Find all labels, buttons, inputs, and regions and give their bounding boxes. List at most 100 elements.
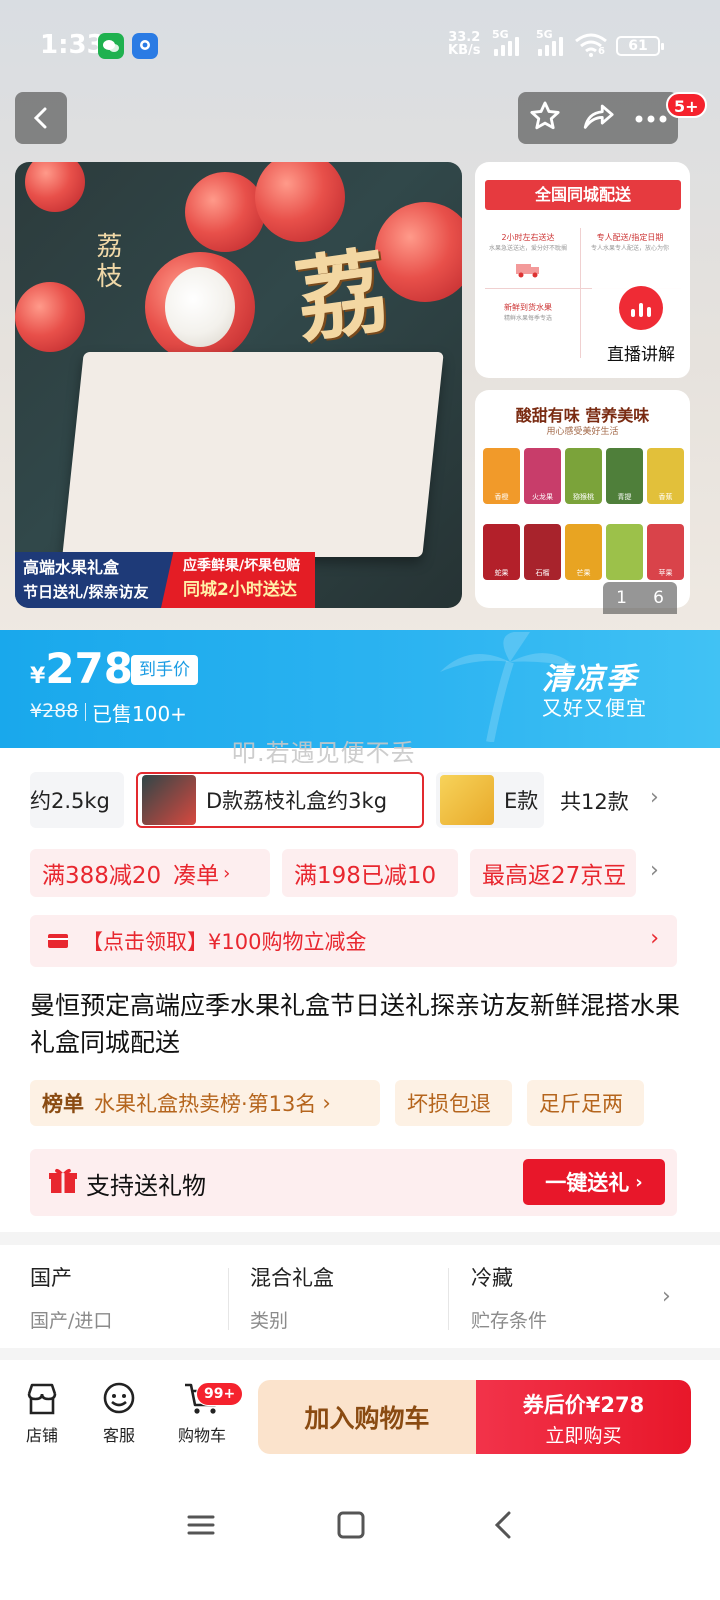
price-banner: ¥278 到手价 ¥288 已售100+ 清凉季 又好又便宜 (0, 630, 720, 748)
season-subtitle: 又好又便宜 (542, 696, 647, 720)
promo-full-reduction[interactable]: 满388减20 凑单 › (30, 849, 270, 897)
live-icon (619, 286, 663, 330)
store-icon (27, 1383, 57, 1415)
fruit-tile (606, 524, 643, 580)
chevron-right-icon[interactable]: › (662, 1284, 671, 1309)
chevron-right-icon[interactable]: › (650, 858, 659, 883)
sku-count[interactable]: 共12款 (560, 786, 629, 816)
customer-service-label: 客服 (102, 1426, 135, 1445)
add-to-cart-button[interactable]: 加入购物车 (258, 1380, 476, 1454)
final-price-tag: 到手价 (131, 655, 198, 685)
sku-option[interactable]: 约2.5kg (30, 772, 124, 828)
share-button[interactable] (581, 99, 615, 137)
sku-thumbnail (440, 775, 494, 825)
card-icon (48, 934, 68, 948)
price-value: 278 (45, 644, 133, 693)
image-counter-total: 6 (653, 588, 664, 608)
live-explain-button[interactable]: 直播讲解 (592, 272, 690, 378)
fruit-tile: 火龙果 (524, 448, 561, 504)
signal-icon-sim2: 5G (536, 28, 563, 56)
message-badge[interactable]: 5+ (666, 92, 707, 118)
store-label: 店铺 (25, 1426, 58, 1445)
main-product-image[interactable]: 荔枝 荔 高端水果礼盒 节日送礼/探亲访友 应季鲜果/坏果包赔 同城2小时送达 (15, 162, 462, 608)
fruit-tile: 蛇果 (483, 524, 520, 580)
cart-count-badge: 99+ (196, 1382, 244, 1406)
back-triangle-icon (494, 1511, 511, 1539)
chevron-right-icon: › (322, 1091, 331, 1115)
back-nav-button[interactable] (488, 1510, 518, 1544)
spec-origin-value: 国产 (30, 1266, 72, 1290)
store-button[interactable]: 店铺 (7, 1380, 77, 1446)
app-notification-icon (132, 33, 158, 59)
fruit-tile: 苹果 (647, 524, 684, 580)
sku-option-selected[interactable]: D款荔枝礼盒约3kg (136, 772, 424, 828)
buy-now-button[interactable]: 券后价¥278 立即购买 (476, 1380, 691, 1454)
smiley-chat-icon (103, 1382, 135, 1414)
favorite-button[interactable] (528, 99, 562, 137)
home-square-icon (337, 1511, 365, 1539)
menu-nav-button[interactable] (186, 1510, 216, 1544)
promo-1-link: 凑单 (173, 863, 220, 889)
sku-option[interactable]: E款 (436, 772, 544, 828)
fruit-tile: 香橙 (483, 448, 520, 504)
promo-reduced[interactable]: 满198已减10 (282, 849, 458, 897)
promo-jingdou[interactable]: 最高返27京豆 (470, 849, 636, 897)
network-speed-unit: KB/s (448, 43, 481, 58)
back-button[interactable] (15, 92, 67, 144)
promo-ribbon: 高端水果礼盒 节日送礼/探亲访友 应季鲜果/坏果包赔 同城2小时送达 (15, 552, 315, 608)
ranking-label: 榜单 (42, 1092, 84, 1116)
add-to-cart-label: 加入购物车 (304, 1404, 430, 1433)
customer-service-button[interactable]: 客服 (84, 1380, 154, 1446)
signal-icon-sim1: 5G (492, 28, 519, 56)
fruit-tile: 石榴 (524, 524, 561, 580)
live-explain-label: 直播讲解 (607, 345, 675, 365)
chevron-right-icon[interactable]: › (650, 785, 659, 810)
ranking-text: 水果礼盒热卖榜·第13名 (94, 1092, 317, 1116)
wechat-icon (98, 33, 124, 59)
ribbon-right: 应季鲜果/坏果包赔 同城2小时送达 (161, 552, 315, 608)
product-title: 曼恒预定高端应季水果礼盒节日送礼探亲访友新鲜混搭水果礼盒同城配送 (30, 991, 681, 1057)
gift-button-label: 一键送礼 (545, 1171, 630, 1195)
spec-origin-key: 国产/进口 (30, 1310, 113, 1332)
sold-count: 已售100+ (85, 698, 187, 727)
share-icon (583, 104, 614, 129)
home-nav-button[interactable] (336, 1510, 366, 1544)
chevron-right-icon: › (635, 1171, 643, 1193)
delivery-cell-2-title: 专人配送/指定日期 (596, 233, 664, 242)
full-weight-tag: 足斤足两 (527, 1080, 644, 1126)
lychee-tray-image (62, 352, 444, 557)
delivery-cell-3-sub: 精鲜水果每季专选 (503, 315, 552, 322)
menu-icon (187, 1515, 215, 1535)
ranking-tag[interactable]: 榜单 水果礼盒热卖榜·第13名 › (30, 1080, 380, 1126)
battery-indicator: 61 (616, 36, 664, 56)
thumbnail-fruits-title: 酸甜有味 营养美味 (515, 406, 650, 425)
coupon-banner[interactable]: 【点击领取】¥100购物立减金 › (30, 915, 677, 967)
promo-3-text: 最高返27京豆 (482, 863, 627, 889)
one-click-gift-button[interactable]: 一键送礼 › (523, 1159, 665, 1205)
delivery-cell-1-sub: 水果急送送达，爱分好不耽搁 (488, 245, 567, 252)
thumbnail-delivery-heading: 全国同城配送 (485, 180, 681, 210)
spec-divider (448, 1268, 449, 1330)
spec-storage-value: 冷藏 (471, 1266, 513, 1290)
spec-category-key: 类别 (250, 1310, 289, 1332)
price-currency: ¥ (30, 664, 46, 689)
delivery-cell-1: 2小时左右送达 水果急送送达，爱分好不耽搁 (483, 232, 573, 281)
promo-1-text: 满388减20 (42, 863, 162, 889)
sku-option-label: D款荔枝礼盒约3kg (206, 789, 388, 813)
network-speed: 33.2 KB/s (448, 31, 480, 57)
spec-divider (228, 1268, 229, 1330)
screen-watermark: 叩.若遇见便不丢 (232, 739, 416, 767)
fruit-tile: 芒果 (565, 524, 602, 580)
ribbon-line1: 高端水果礼盒 (23, 558, 120, 577)
tag-full-weight: 足斤足两 (539, 1092, 623, 1116)
more-button[interactable] (634, 109, 668, 128)
thumbnail-fruits[interactable]: 酸甜有味 营养美味 用心感受美好生活 香橙 火龙果 猕猴桃 青提 香蕉 蛇果 石… (475, 390, 690, 608)
fruit-tile: 青提 (606, 448, 643, 504)
promo-2-text: 满198已减10 (294, 863, 437, 889)
damage-refund-tag: 坏损包退 (395, 1080, 512, 1126)
spec-category-value: 混合礼盒 (250, 1266, 334, 1290)
wifi-label: 6 (598, 46, 605, 57)
coupon-text: 【点击领取】¥100购物立减金 (82, 930, 367, 954)
delivery-cell-3-title: 新鲜到货水果 (504, 303, 552, 312)
ribbon-line3: 应季鲜果/坏果包赔 (183, 558, 301, 574)
